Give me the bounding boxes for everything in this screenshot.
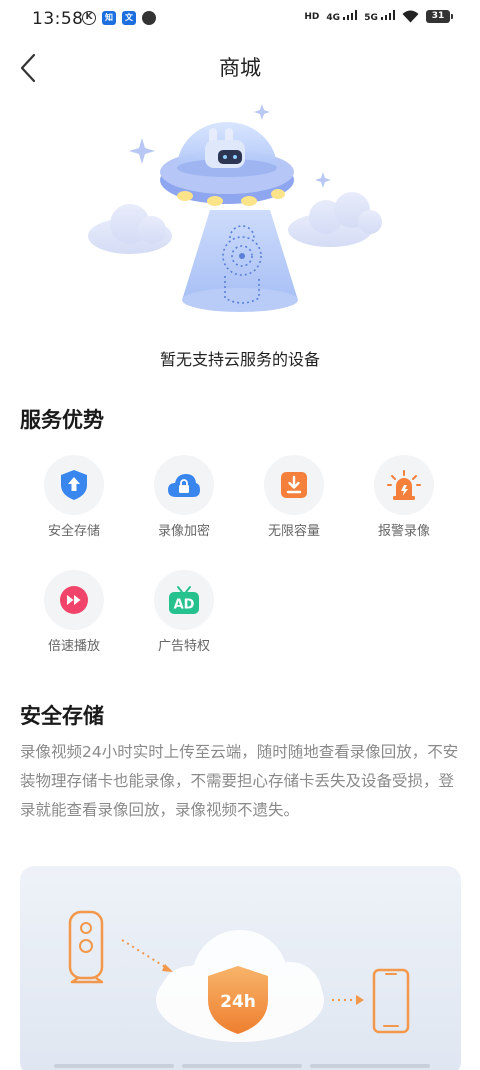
- page-title: 商城: [219, 56, 261, 80]
- alarm-light-icon: [387, 470, 421, 500]
- camera-icon: [68, 910, 104, 984]
- fast-forward-icon: [60, 586, 88, 614]
- cloud-lock-icon: [168, 474, 200, 497]
- secure-storage-illustration: 24h: [20, 866, 461, 1070]
- shield-upload-icon: [61, 470, 87, 500]
- secure-storage-title: 安全存储: [20, 704, 104, 728]
- feature-alarm-recording[interactable]: 报警录像: [354, 455, 454, 555]
- zhihu-icon: 知: [102, 11, 116, 25]
- feature-label: 广告特权: [157, 639, 210, 654]
- feature-speed-playback[interactable]: 倍速播放: [24, 570, 124, 670]
- feature-label: 倍速播放: [47, 639, 100, 654]
- signal-4g-icon: 4G: [326, 10, 358, 23]
- feature-unlimited-capacity[interactable]: 无限容量: [244, 455, 344, 555]
- translate-icon: 文: [122, 11, 136, 25]
- feature-label: 录像加密: [157, 524, 210, 539]
- status-time: 13:58: [32, 9, 84, 29]
- download-box-icon: [281, 472, 307, 498]
- hd-icon: HD: [304, 11, 320, 22]
- feature-ad-privilege[interactable]: AD 广告特权: [134, 570, 234, 670]
- feature-label: 无限容量: [267, 524, 320, 539]
- status-system-icons: HD 4G 5G 31: [304, 10, 453, 23]
- status-bar: 13:58 K 知 文 HD 4G 5G 31: [0, 0, 480, 38]
- signal-5g-icon: 5G: [364, 10, 395, 23]
- feature-secure-storage[interactable]: 安全存储: [24, 455, 124, 555]
- advantages-title: 服务优势: [20, 408, 104, 432]
- k-icon: K: [82, 11, 96, 25]
- feature-video-encryption[interactable]: 录像加密: [134, 455, 234, 555]
- 24h-badge: 24h: [220, 992, 256, 1012]
- status-notification-icons: K 知 文: [82, 11, 156, 25]
- feature-label: 安全存储: [47, 524, 100, 539]
- empty-state-text: 暂无支持云服务的设备: [159, 350, 320, 369]
- phone-icon: [372, 968, 410, 1034]
- wifi-icon: [402, 10, 419, 23]
- secure-storage-description: 录像视频24小时实时上传至云端，随时随地查看录像回放，不安装物理存储卡也能录像，…: [20, 743, 459, 819]
- header: 商城: [0, 38, 480, 98]
- ufo-illustration: [80, 98, 400, 328]
- svg-text:AD: AD: [174, 598, 195, 613]
- ad-tv-icon: AD: [169, 586, 199, 614]
- battery-icon: 31: [426, 10, 453, 23]
- clock-icon: [142, 11, 156, 25]
- feature-label: 报警录像: [377, 524, 430, 539]
